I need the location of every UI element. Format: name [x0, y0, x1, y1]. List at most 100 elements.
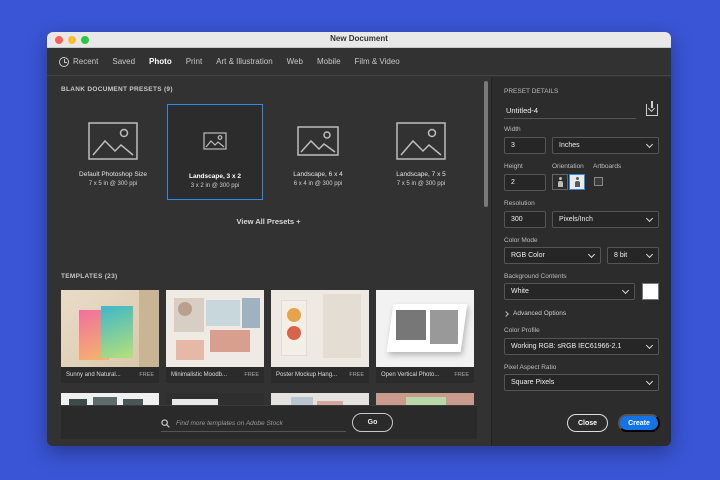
advanced-options-label: Advanced Options: [513, 310, 567, 317]
tab-label: Art & Illustration: [216, 57, 273, 66]
chevron-down-icon: [645, 377, 654, 385]
background-color-swatch[interactable]: [642, 283, 659, 300]
search-icon: [161, 419, 170, 428]
preset-details-panel: PRESET DETAILS Untitled-4 Width 3 Inches…: [491, 77, 671, 446]
clock-icon: [59, 56, 69, 67]
select-value: RGB Color: [511, 252, 545, 259]
pixel-aspect-ratio-label: Pixel Aspect Ratio: [504, 364, 557, 371]
save-preset-icon[interactable]: [646, 101, 658, 116]
template-thumbnail: [271, 290, 369, 367]
tab-label: Saved: [112, 57, 136, 66]
advanced-options-toggle[interactable]: Advanced Options: [503, 310, 567, 317]
template-card[interactable]: Open Vertical Photo... FREE: [376, 290, 474, 383]
tab-print[interactable]: Print: [186, 48, 202, 76]
preset-name: Landscape, 6 x 4: [293, 171, 343, 178]
template-caption: Poster Mockup Hang... FREE: [271, 367, 369, 383]
color-profile-select[interactable]: Working RGB: sRGB IEC61966-2.1: [504, 338, 659, 355]
chevron-down-icon: [645, 341, 654, 349]
tab-art-illustration[interactable]: Art & Illustration: [216, 48, 272, 76]
chevron-down-icon: [645, 140, 654, 148]
select-value: Working RGB: sRGB IEC61966-2.1: [511, 343, 622, 350]
chevron-down-icon: [645, 214, 654, 222]
template-thumbnail: [166, 290, 264, 367]
preset-landscape-3x2[interactable]: Landscape, 3 x 2 3 x 2 in @ 300 ppi: [167, 104, 263, 200]
color-mode-select[interactable]: RGB Color: [504, 247, 601, 264]
presets-heading: BLANK DOCUMENT PRESETS (9): [61, 86, 173, 93]
landscape-orientation-button[interactable]: [569, 174, 585, 190]
template-name: Poster Mockup Hang...: [276, 372, 338, 378]
tab-label: Web: [286, 57, 303, 66]
presets-panel: BLANK DOCUMENT PRESETS (9) Default Photo…: [47, 77, 490, 446]
background-contents-label: Background Contents: [504, 273, 567, 280]
artboards-label: Artboards: [593, 163, 622, 170]
template-caption: Minimalistic Moodb... FREE: [166, 367, 264, 383]
image-icon: [396, 122, 446, 160]
templates-count: (23): [104, 273, 118, 280]
artboards-checkbox[interactable]: [594, 177, 603, 186]
portrait-icon: [557, 177, 564, 187]
preset-landscape-6x4[interactable]: Landscape, 6 x 4 6 x 4 in @ 300 ppi: [270, 104, 366, 200]
template-card[interactable]: Minimalistic Moodb... FREE: [166, 290, 264, 383]
stock-search-input[interactable]: [176, 420, 336, 427]
bit-depth-select[interactable]: 8 bit: [607, 247, 659, 264]
free-badge: FREE: [244, 372, 259, 378]
select-value: White: [511, 288, 529, 295]
portrait-orientation-button[interactable]: [552, 174, 568, 190]
close-button[interactable]: Close: [567, 414, 608, 432]
presets-scrollbar[interactable]: [484, 81, 488, 207]
preset-landscape-7x5[interactable]: Landscape, 7 x 5 7 x 5 in @ 300 ppi: [373, 104, 469, 200]
template-thumbnail: [61, 290, 159, 367]
background-contents-select[interactable]: White: [504, 283, 635, 300]
height-input[interactable]: 2: [504, 174, 546, 191]
preset-default-photoshop-size[interactable]: Default Photoshop Size 7 x 5 in @ 300 pp…: [65, 104, 161, 200]
stock-search-bar: Go: [61, 405, 477, 439]
width-label: Width: [504, 126, 521, 133]
color-mode-label: Color Mode: [504, 237, 538, 244]
free-badge: FREE: [349, 372, 364, 378]
select-value: Square Pixels: [511, 379, 555, 386]
template-name: Minimalistic Moodb...: [171, 372, 228, 378]
color-profile-label: Color Profile: [504, 327, 540, 334]
title-bar: New Document: [47, 32, 671, 48]
preset-size: 7 x 5 in @ 300 ppi: [396, 181, 446, 187]
width-unit-select[interactable]: Inches: [552, 137, 659, 154]
tab-label: Recent: [73, 57, 99, 66]
tab-mobile[interactable]: Mobile: [317, 48, 341, 76]
tab-recent[interactable]: Recent: [59, 48, 98, 76]
pixel-aspect-ratio-select[interactable]: Square Pixels: [504, 374, 659, 391]
template-caption: Sunny and Natural... FREE: [61, 367, 159, 383]
tab-photo[interactable]: Photo: [149, 48, 172, 76]
templates-heading: TEMPLATES (23): [61, 273, 117, 280]
tab-web[interactable]: Web: [287, 48, 303, 76]
go-button[interactable]: Go: [352, 413, 393, 432]
tab-film-video[interactable]: Film & Video: [355, 48, 400, 76]
width-input[interactable]: 3: [504, 137, 546, 154]
template-name: Sunny and Natural...: [66, 372, 121, 378]
chevron-right-icon: [503, 310, 509, 317]
preset-name: Default Photoshop Size: [79, 171, 147, 178]
tab-label: Photo: [149, 57, 172, 66]
free-badge: FREE: [454, 372, 469, 378]
view-all-presets-link[interactable]: View All Presets +: [47, 217, 490, 226]
document-name-field[interactable]: Untitled-4: [504, 103, 636, 119]
presets-count: (9): [163, 86, 173, 93]
tab-saved[interactable]: Saved: [112, 48, 135, 76]
create-button[interactable]: Create: [618, 414, 660, 432]
preset-details-heading: PRESET DETAILS: [504, 88, 559, 95]
resolution-label: Resolution: [504, 200, 535, 207]
templates-heading-text: TEMPLATES: [61, 273, 103, 280]
chevron-down-icon: [645, 250, 654, 258]
orientation-label: Orientation: [552, 163, 584, 170]
image-icon: [88, 122, 138, 160]
category-tabs: Recent Saved Photo Print Art & Illustrat…: [47, 48, 671, 76]
window-title: New Document: [330, 34, 388, 43]
template-card[interactable]: Sunny and Natural... FREE: [61, 290, 159, 383]
tab-label: Film & Video: [354, 57, 400, 66]
tab-label: Mobile: [316, 57, 341, 66]
resolution-unit-select[interactable]: Pixels/Inch: [552, 211, 659, 228]
template-card[interactable]: Poster Mockup Hang... FREE: [271, 290, 369, 383]
preset-size: 3 x 2 in @ 300 ppi: [190, 183, 240, 189]
resolution-input[interactable]: 300: [504, 211, 546, 228]
chevron-down-icon: [621, 286, 630, 294]
template-name: Open Vertical Photo...: [381, 372, 440, 378]
